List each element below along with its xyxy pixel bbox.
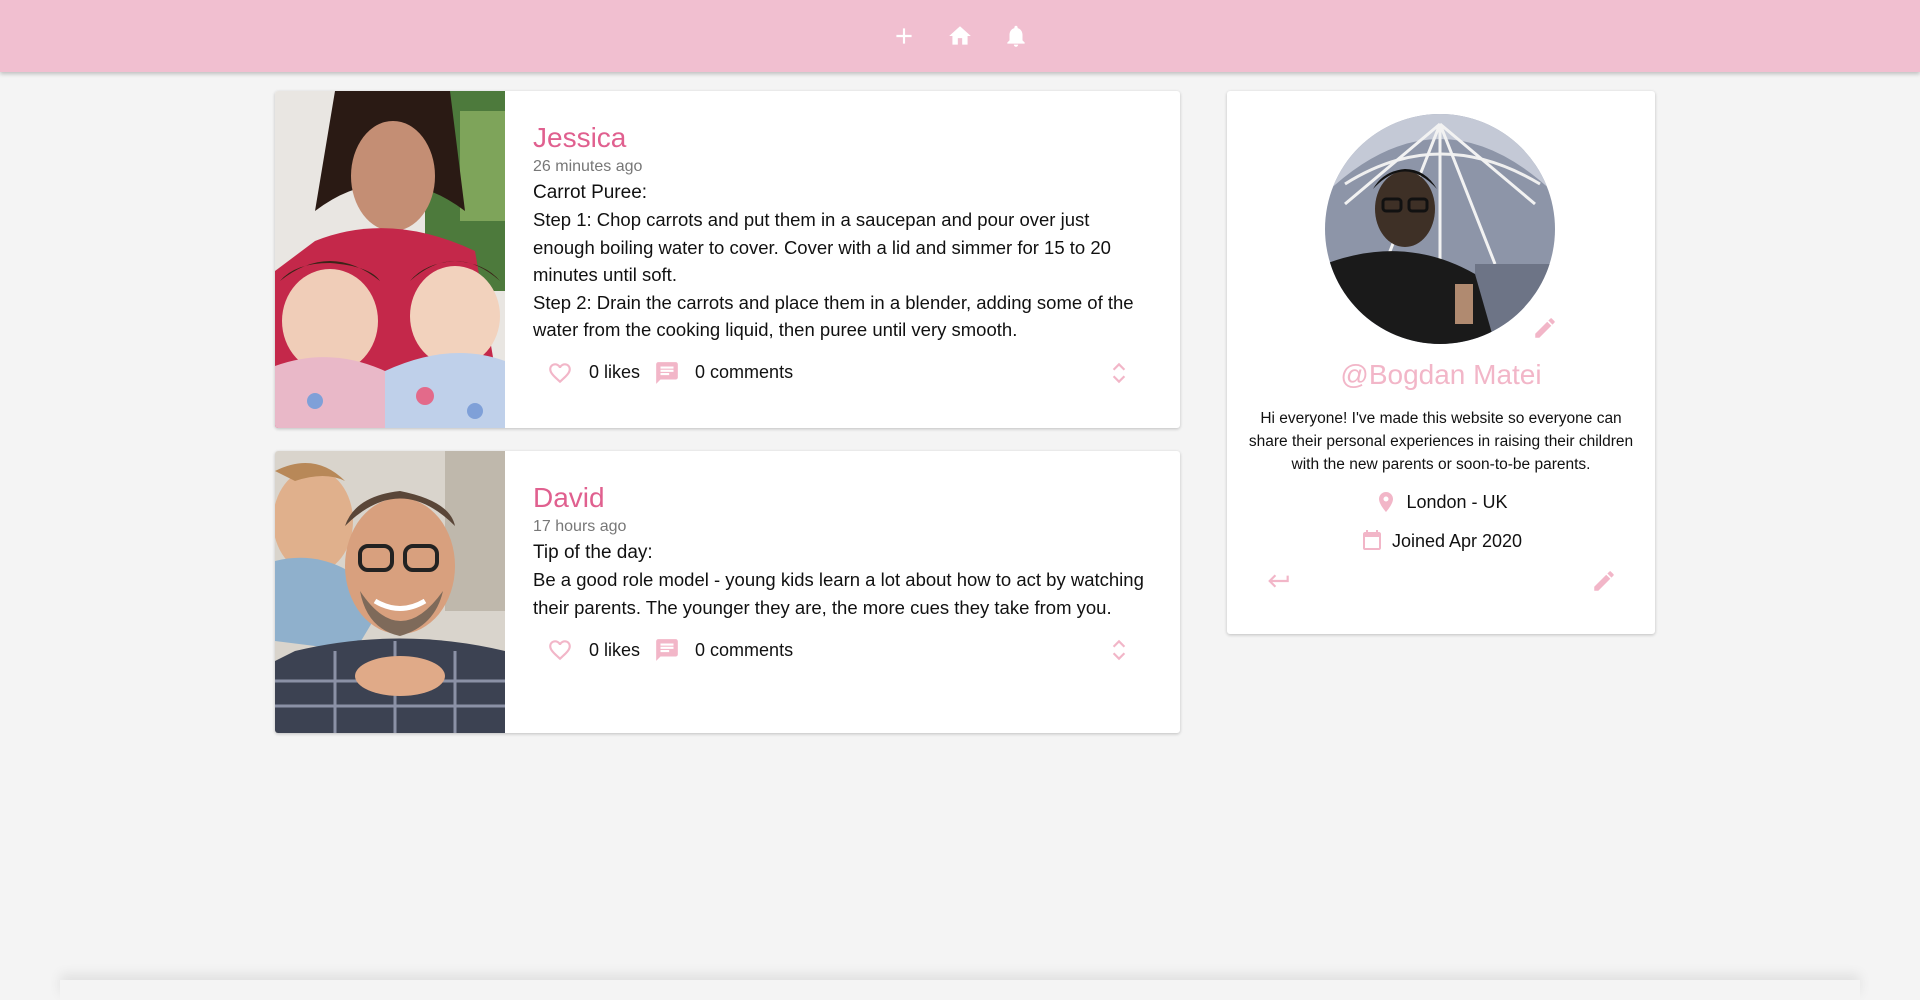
heart-icon: [549, 362, 571, 383]
post-image: [275, 451, 505, 733]
post-actions: 0 likes 0 comments: [533, 358, 1152, 388]
likes-count: 0 likes: [589, 362, 641, 382]
location-pin-icon: [1379, 492, 1394, 512]
profile-username: @Bogdan Matei: [1340, 359, 1542, 390]
profile-bio: Hi everyone! I've made this website so e…: [1248, 410, 1634, 473]
comment-button[interactable]: [654, 360, 680, 386]
footer-shadow: [60, 980, 1860, 1000]
expand-button[interactable]: [1110, 637, 1128, 663]
edit-profile-button[interactable]: [1591, 568, 1617, 594]
profile-card: @Bogdan Matei Hi everyone! I've made thi…: [1227, 91, 1655, 634]
joined-text: Joined Apr 2020: [1391, 530, 1523, 551]
unfold-more-icon: [1112, 639, 1126, 661]
comment-icon: [656, 361, 678, 384]
keyboard-return-icon: [1268, 574, 1289, 588]
comments-count: 0 comments: [695, 639, 794, 660]
home-button[interactable]: [947, 23, 973, 49]
like-button[interactable]: [547, 360, 573, 386]
notifications-button[interactable]: [1003, 23, 1029, 49]
top-navbar: [0, 0, 1920, 72]
comment-icon: [656, 639, 678, 661]
edit-avatar-button[interactable]: [1532, 315, 1558, 341]
post-body: Jessica 26 minutes ago Carrot Puree: Ste…: [505, 91, 1180, 428]
post-title: Carrot Puree:: [533, 182, 648, 203]
post-text-line: Be a good role model - young kids learn …: [533, 569, 1144, 618]
pencil-icon: [1594, 571, 1614, 591]
comment-button[interactable]: [654, 637, 680, 663]
profile-location: London - UK: [1227, 489, 1655, 515]
expand-button[interactable]: [1110, 360, 1128, 386]
pencil-icon: [1535, 318, 1555, 338]
post-author[interactable]: David: [533, 481, 1152, 515]
post-image: [275, 91, 505, 428]
likes-count: 0 likes: [589, 639, 641, 660]
unfold-more-icon: [1112, 362, 1126, 383]
post-time: 17 hours ago: [533, 518, 627, 535]
plus-icon: [896, 28, 912, 44]
logout-button[interactable]: [1265, 568, 1293, 594]
like-button[interactable]: [547, 637, 573, 663]
post-time: 26 minutes ago: [533, 158, 643, 175]
post-body: David 17 hours ago Tip of the day: Be a …: [505, 451, 1180, 733]
avatar: [1325, 114, 1555, 344]
post-card: David 17 hours ago Tip of the day: Be a …: [275, 451, 1180, 733]
bell-icon: [1007, 25, 1025, 47]
profile-joined: Joined Apr 2020: [1227, 528, 1655, 554]
post-author[interactable]: Jessica: [533, 121, 1152, 155]
location-text: London - UK: [1406, 491, 1508, 512]
post-text-line: Step 1: Chop carrots and put them in a s…: [533, 209, 1111, 285]
comments-count: 0 comments: [695, 362, 794, 382]
post-title: Tip of the day:: [533, 542, 653, 563]
home-icon: [949, 26, 971, 45]
calendar-icon: [1362, 530, 1381, 550]
post-text-line: Step 2: Drain the carrots and place them…: [533, 291, 1134, 341]
heart-icon: [549, 640, 571, 661]
post-card: Jessica 26 minutes ago Carrot Puree: Ste…: [275, 91, 1180, 428]
post-actions: 0 likes 0 comments: [533, 635, 1152, 665]
add-post-button[interactable]: [891, 23, 917, 49]
